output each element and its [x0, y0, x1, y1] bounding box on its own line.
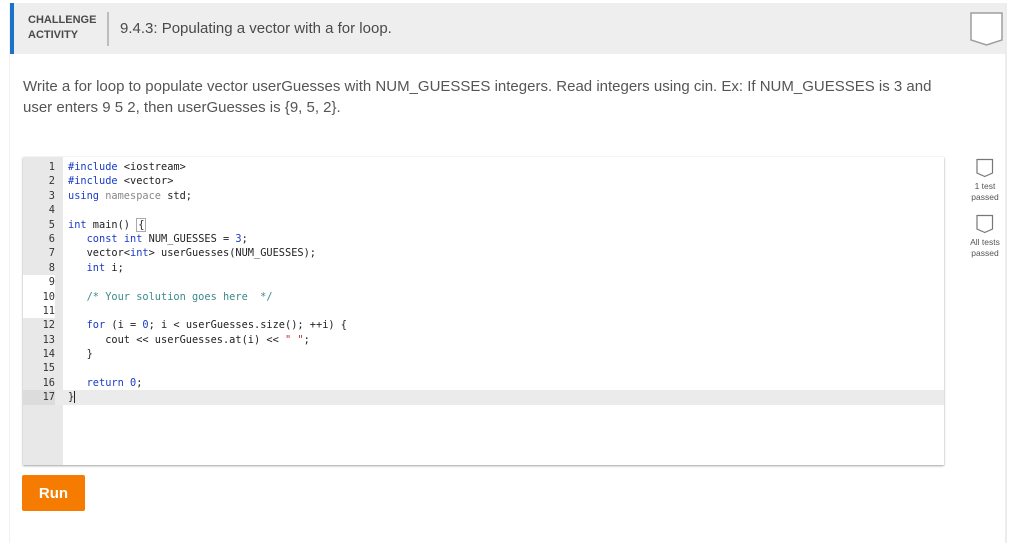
- line-number: 4: [23, 203, 55, 218]
- text-cursor: [74, 391, 76, 404]
- code-line[interactable]: 6 const int NUM_GUESSES = 3;: [23, 231, 944, 247]
- line-number: 11: [23, 303, 55, 319]
- code-line[interactable]: 17}: [23, 390, 944, 405]
- code-text[interactable]: }: [68, 347, 93, 361]
- code-text[interactable]: using namespace std;: [68, 189, 192, 203]
- code-line[interactable]: 9: [23, 275, 944, 290]
- line-number: 8: [23, 260, 55, 276]
- activity-header: CHALLENGE ACTIVITY 9.4.3: Populating a v…: [10, 3, 1005, 54]
- run-button[interactable]: Run: [22, 475, 85, 511]
- activity-title: 9.4.3: Populating a vector with a for lo…: [120, 20, 392, 37]
- line-number: 3: [23, 188, 55, 204]
- code-line[interactable]: 4: [23, 203, 944, 218]
- line-number: 5: [23, 217, 55, 232]
- header-divider: [107, 12, 109, 46]
- test-status-one: 1 test passed: [960, 158, 1010, 203]
- code-line[interactable]: 3 using namespace std;: [23, 188, 944, 204]
- line-number: 17: [23, 390, 55, 405]
- line-number: 1: [23, 160, 55, 175]
- line-number: 15: [23, 361, 55, 376]
- code-line[interactable]: 15: [23, 361, 944, 376]
- code-text[interactable]: #include <iostream>: [68, 160, 186, 174]
- code-text[interactable]: cout << userGuesses.at(i) << " ";: [68, 333, 310, 347]
- completion-badge-icon: [969, 11, 1005, 52]
- code-text[interactable]: /* Your solution goes here */: [68, 290, 273, 304]
- line-number: 2: [23, 174, 55, 189]
- code-text[interactable]: return 0;: [68, 376, 143, 390]
- code-line[interactable]: 7 vector<int> userGuesses(NUM_GUESSES);: [23, 246, 944, 261]
- test-badge-icon: [976, 158, 994, 178]
- code-line[interactable]: 13 cout << userGuesses.at(i) << " ";: [23, 332, 944, 348]
- line-number: 10: [23, 289, 55, 304]
- code-text[interactable]: for (i = 0; i < userGuesses.size(); ++i)…: [68, 318, 347, 332]
- badge-line-1: CHALLENGE: [28, 14, 97, 26]
- line-number: 12: [23, 318, 55, 333]
- code-text[interactable]: vector<int> userGuesses(NUM_GUESSES);: [68, 246, 316, 260]
- activity-type-badge: CHALLENGE ACTIVITY: [28, 13, 96, 43]
- test-label: All tests: [970, 237, 1000, 247]
- code-line[interactable]: 11: [23, 303, 944, 319]
- badge-line-2: ACTIVITY: [28, 29, 79, 41]
- code-text[interactable]: const int NUM_GUESSES = 3;: [68, 232, 248, 246]
- code-text[interactable]: }: [68, 390, 76, 404]
- code-line[interactable]: 8 int i;: [23, 260, 944, 276]
- line-number: 6: [23, 231, 55, 247]
- test-label: passed: [971, 192, 999, 202]
- code-line[interactable]: 2 #include <vector>: [23, 174, 944, 189]
- code-area[interactable]: 1 #include <iostream> 2 #include <vector> 3 u…: [23, 160, 944, 405]
- code-line[interactable]: 16 return 0;: [23, 375, 944, 391]
- challenge-activity-card: CHALLENGE ACTIVITY 9.4.3: Populating a v…: [9, 3, 1007, 543]
- line-number: 14: [23, 347, 55, 362]
- line-number: 7: [23, 246, 55, 261]
- code-line[interactable]: 5 int main() {: [23, 217, 944, 232]
- test-badge-icon: [976, 214, 994, 234]
- line-number: 16: [23, 375, 55, 391]
- code-text[interactable]: int i;: [68, 261, 124, 275]
- line-number: 9: [23, 275, 55, 290]
- line-number: 13: [23, 332, 55, 348]
- code-editor[interactable]: 1 #include <iostream> 2 #include <vector> 3 u…: [23, 157, 944, 465]
- test-label: passed: [971, 248, 999, 258]
- code-line[interactable]: 12 for (i = 0; i < userGuesses.size(); +…: [23, 318, 944, 333]
- challenge-prompt: Write a for loop to populate vector user…: [23, 78, 932, 116]
- code-line[interactable]: 14 }: [23, 347, 944, 362]
- code-line[interactable]: 1 #include <iostream>: [23, 160, 944, 175]
- test-label: 1 test: [974, 181, 996, 191]
- code-line[interactable]: 10 /* Your solution goes here */: [23, 289, 944, 304]
- test-status-all: All tests passed: [960, 214, 1010, 259]
- code-text[interactable]: int main() {: [68, 217, 147, 232]
- code-text[interactable]: #include <vector>: [68, 174, 173, 188]
